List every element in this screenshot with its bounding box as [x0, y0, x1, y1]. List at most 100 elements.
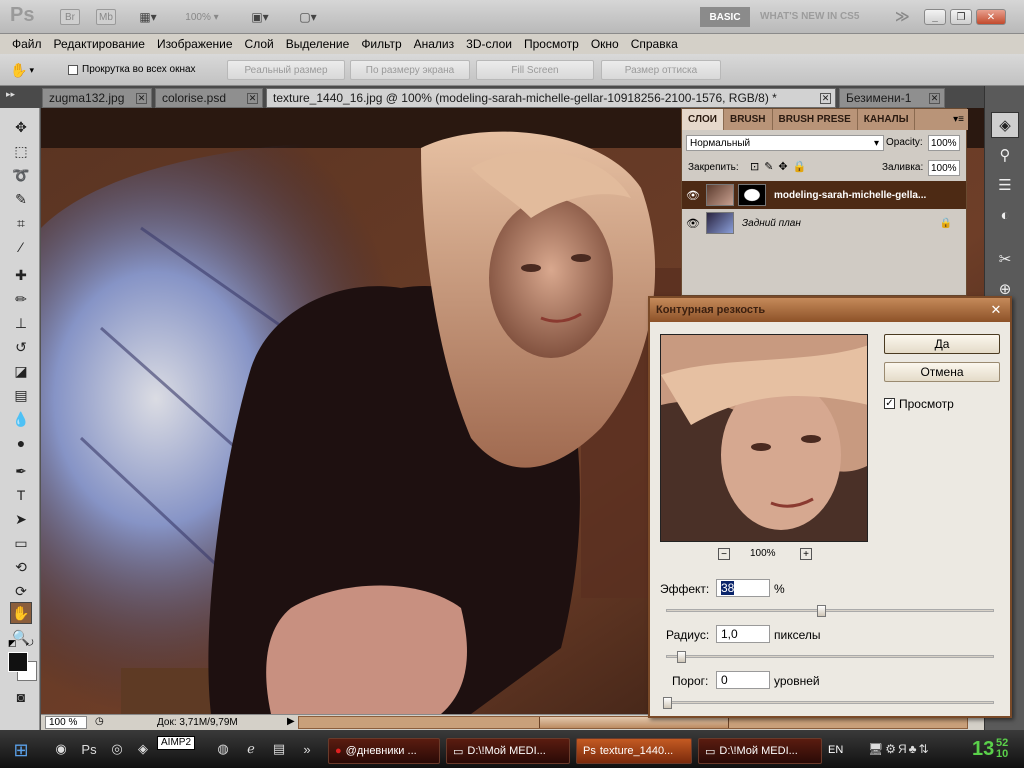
menu-select[interactable]: Выделение: [280, 37, 356, 51]
horizontal-scroll-thumb[interactable]: [539, 717, 729, 728]
firefox-icon[interactable]: ◍: [214, 740, 232, 758]
adjustments-panel-icon[interactable]: ☰: [991, 172, 1019, 198]
tab-colorise[interactable]: colorise.psd ✕: [155, 88, 263, 108]
collapse-arrow-icon[interactable]: ▸▸: [6, 89, 15, 100]
history-brush-tool-icon[interactable]: ↺: [10, 336, 32, 358]
taskbar-button-opera[interactable]: ● @дневники ...: [328, 738, 440, 764]
tab-zugma132[interactable]: zugma132.jpg ✕: [42, 88, 152, 108]
visibility-eye-icon[interactable]: 👁: [682, 217, 704, 230]
crop-tool-icon[interactable]: ⌗: [10, 212, 32, 234]
mini-bridge-button[interactable]: Mb: [96, 9, 116, 25]
workspace-basic[interactable]: BASIC: [700, 7, 750, 27]
tab-untitled[interactable]: Безимени-1 ✕: [839, 88, 945, 108]
preview-checkbox[interactable]: ✓: [884, 398, 895, 409]
tool-presets-panel-icon[interactable]: ✂: [991, 246, 1019, 272]
workspace-more-icon[interactable]: ≫: [895, 8, 910, 25]
3d-orbit-tool-icon[interactable]: ⟳: [10, 580, 32, 602]
path-selection-tool-icon[interactable]: ➤: [10, 508, 32, 530]
status-menu-arrow-icon[interactable]: ▶: [287, 716, 295, 727]
layer-mask-thumbnail[interactable]: [738, 184, 766, 206]
radius-slider-thumb[interactable]: [677, 651, 686, 663]
brush-tool-icon[interactable]: ✏: [10, 288, 32, 310]
menu-edit[interactable]: Редактирование: [48, 37, 151, 51]
status-options-icon[interactable]: ◷: [95, 716, 104, 727]
default-colors-icon[interactable]: ◩: [8, 638, 17, 649]
tab-close-icon[interactable]: ✕: [820, 93, 831, 104]
tab-brush-presets[interactable]: BRUSH PRESE: [773, 109, 858, 130]
quicklaunch-icon[interactable]: ◈: [134, 740, 152, 758]
taskbar-button-photoshop[interactable]: Ps texture_1440...: [576, 738, 692, 764]
quicklaunch-icon[interactable]: ◉: [52, 740, 70, 758]
language-indicator[interactable]: EN: [828, 744, 843, 756]
foreground-color-swatch[interactable]: [8, 652, 28, 672]
workspace-whats-new[interactable]: WHAT'S NEW IN CS5: [760, 11, 859, 22]
menu-filter[interactable]: Фильтр: [355, 37, 407, 51]
quicklaunch-icon[interactable]: »: [298, 740, 316, 758]
type-tool-icon[interactable]: T: [10, 484, 32, 506]
menu-layer[interactable]: Слой: [239, 37, 280, 51]
menu-3d[interactable]: 3D-слои: [460, 37, 518, 51]
layer-row-selected[interactable]: 👁 modeling-sarah-michelle-gella...: [682, 181, 966, 209]
amount-slider[interactable]: [666, 605, 994, 617]
cancel-button[interactable]: Отмена: [884, 362, 1000, 382]
menu-window[interactable]: Окно: [585, 37, 625, 51]
tab-channels[interactable]: КАНАЛЫ: [858, 109, 916, 130]
visibility-eye-icon[interactable]: 👁: [682, 189, 704, 202]
quicklaunch-icon[interactable]: ◎: [108, 740, 126, 758]
taskbar-button-folder1[interactable]: ▭ D:\!Мой MEDI...: [446, 738, 570, 764]
swap-colors-icon[interactable]: ⤾: [26, 638, 34, 649]
tab-brush[interactable]: BRUSH: [724, 109, 773, 130]
arrange-documents-button[interactable]: ▣▾: [244, 9, 276, 25]
restore-button[interactable]: ❐: [950, 9, 972, 25]
quick-mask-icon[interactable]: ◙: [10, 686, 32, 708]
amount-slider-thumb[interactable]: [817, 605, 826, 617]
gradient-tool-icon[interactable]: ▤: [10, 384, 32, 406]
quicklaunch-icon[interactable]: ▤: [270, 740, 288, 758]
view-extras-button[interactable]: ▦▾: [132, 9, 164, 25]
photoshop-quicklaunch-icon[interactable]: Ps: [80, 740, 98, 758]
tab-layers[interactable]: СЛОИ: [682, 109, 724, 130]
taskbar-button-folder2[interactable]: ▭ D:\!Мой MEDI...: [698, 738, 822, 764]
preview-zoom-in-button[interactable]: +: [800, 548, 812, 560]
fill-field[interactable]: 100%: [928, 160, 960, 176]
clone-stamp-tool-icon[interactable]: ⊥: [10, 312, 32, 334]
menu-help[interactable]: Справка: [625, 37, 684, 51]
internet-explorer-icon[interactable]: ℯ: [242, 740, 260, 758]
layer-row-background[interactable]: 👁 Задний план 🔒: [682, 209, 966, 237]
layers-panel-icon[interactable]: ◈: [991, 112, 1019, 138]
radius-input[interactable]: 1,0: [716, 625, 770, 643]
eraser-tool-icon[interactable]: ◪: [10, 360, 32, 382]
opacity-field[interactable]: 100%: [928, 135, 960, 151]
tab-close-icon[interactable]: ✕: [929, 93, 940, 104]
quick-select-tool-icon[interactable]: ✎: [10, 188, 32, 210]
print-size-button[interactable]: Размер оттиска: [601, 60, 721, 80]
hand-tool-icon[interactable]: ✋: [10, 602, 32, 624]
close-icon[interactable]: ✕: [988, 302, 1004, 318]
screen-mode-button[interactable]: ▢▾: [292, 9, 324, 25]
lock-options-icon[interactable]: ⊡✎✥🔒: [750, 160, 811, 173]
menu-view[interactable]: Просмотр: [518, 37, 585, 51]
menu-file[interactable]: Файл: [6, 37, 48, 51]
zoom-field[interactable]: 100 %: [45, 716, 87, 729]
blend-mode-select[interactable]: Нормальный ▾: [686, 135, 884, 151]
preview-zoom-out-button[interactable]: −: [718, 548, 730, 560]
fill-screen-button[interactable]: Fill Screen: [476, 60, 594, 80]
radius-slider[interactable]: [666, 651, 994, 663]
panel-menu-icon[interactable]: ▾≡: [949, 109, 968, 130]
zoom-level-dropdown[interactable]: 100% ▾: [182, 9, 222, 25]
healing-brush-tool-icon[interactable]: ✚: [10, 264, 32, 286]
bridge-button[interactable]: Br: [60, 9, 80, 25]
close-window-button[interactable]: ✕: [976, 9, 1006, 25]
actual-pixels-button[interactable]: Реальный размер: [227, 60, 345, 80]
3d-rotate-tool-icon[interactable]: ⟲: [10, 556, 32, 578]
blur-tool-icon[interactable]: 💧: [10, 408, 32, 430]
tab-close-icon[interactable]: ✕: [247, 93, 258, 104]
dodge-tool-icon[interactable]: ●: [10, 432, 32, 454]
filter-preview[interactable]: [660, 334, 868, 542]
start-button[interactable]: ⊞: [6, 738, 36, 762]
fit-screen-button[interactable]: По размеру экрана: [350, 60, 470, 80]
marquee-tool-icon[interactable]: ⬚: [10, 140, 32, 162]
menu-analysis[interactable]: Анализ: [408, 37, 461, 51]
dialog-title-bar[interactable]: Контурная резкость ✕: [650, 298, 1010, 322]
system-tray-icons[interactable]: 🖥⚙Я♣⇅: [868, 742, 931, 756]
